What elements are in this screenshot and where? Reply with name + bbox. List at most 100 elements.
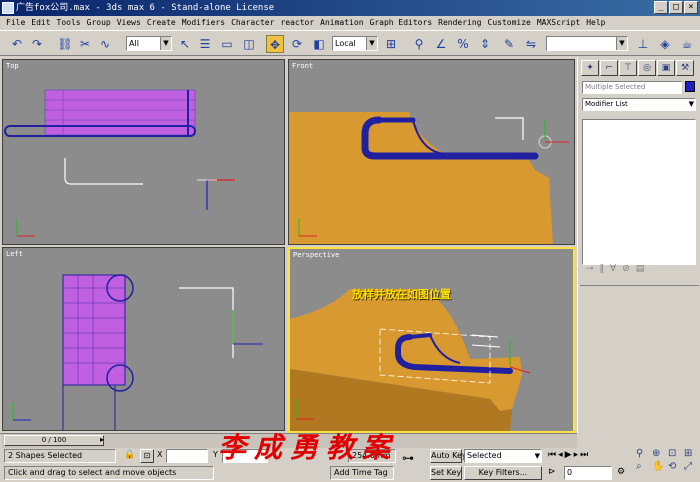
- reference-coord-dropdown[interactable]: Local ▼: [332, 36, 378, 51]
- left-view-scene: [12, 274, 263, 430]
- motion-tab-icon[interactable]: ◎: [638, 60, 656, 76]
- material-editor-icon[interactable]: ◈: [656, 35, 674, 53]
- show-end-result-icon[interactable]: ‖: [600, 264, 605, 278]
- menu-rendering[interactable]: Rendering: [435, 16, 484, 30]
- snap-icon[interactable]: ⚲: [410, 35, 428, 53]
- mirror-icon[interactable]: ⇋: [522, 35, 540, 53]
- time-config-icon[interactable]: ⚙: [617, 467, 625, 477]
- angle-snap-icon[interactable]: ∠: [432, 35, 450, 53]
- scale-icon[interactable]: ◧: [310, 35, 328, 53]
- select-by-name-icon[interactable]: ☰: [196, 35, 214, 53]
- make-unique-icon[interactable]: ∀: [610, 264, 616, 278]
- absolute-mode-icon[interactable]: ⊡: [140, 449, 154, 463]
- time-slider[interactable]: 0 / 100: [4, 435, 104, 446]
- percent-snap-icon[interactable]: %: [454, 35, 472, 53]
- play-icon[interactable]: ▶: [565, 450, 572, 460]
- unlink-icon[interactable]: ✂: [76, 35, 94, 53]
- pin-stack-icon[interactable]: ⊸: [586, 264, 594, 278]
- zoom-extents-all-icon[interactable]: ⊞: [684, 448, 698, 459]
- goto-start-icon[interactable]: ⏮: [548, 450, 556, 460]
- main-toolbar: ↶ ↷ ⛓ ✂ ∿ All ▼ ↖ ☰ ▭ ◫ ✥ ⟳ ◧ Local ▼ ⊞ …: [0, 30, 700, 56]
- arc-rotate-icon[interactable]: ⟲: [668, 461, 682, 472]
- menu-reactor[interactable]: reactor: [277, 16, 317, 30]
- minimize-button[interactable]: _: [654, 1, 668, 14]
- menu-views[interactable]: Views: [114, 16, 144, 30]
- object-color-swatch[interactable]: [685, 81, 695, 92]
- modify-tab-icon[interactable]: ⌐: [600, 60, 618, 76]
- key-filters-button[interactable]: Key Filters...: [464, 466, 542, 480]
- time-slider-next-icon[interactable]: ▸: [100, 435, 104, 444]
- menu-group[interactable]: Group: [84, 16, 114, 30]
- current-frame-field[interactable]: 0: [564, 466, 612, 480]
- redo-icon[interactable]: ↷: [28, 35, 46, 53]
- menu-edit[interactable]: Edit: [28, 16, 53, 30]
- menu-file[interactable]: File: [3, 16, 28, 30]
- chevron-down-icon: ▼: [688, 100, 694, 108]
- key-mode-icon[interactable]: ⊶: [402, 451, 414, 465]
- create-tab-icon[interactable]: ✦: [581, 60, 599, 76]
- next-frame-icon[interactable]: ▸: [574, 450, 579, 460]
- configure-sets-icon[interactable]: ▤: [636, 264, 645, 278]
- pan-icon[interactable]: ✋: [652, 461, 666, 472]
- viewport-perspective[interactable]: Perspective: [288, 247, 575, 433]
- move-icon[interactable]: ✥: [266, 35, 284, 53]
- window-crossing-icon[interactable]: ◫: [240, 35, 258, 53]
- viewport-navigation: ⚲ ⊕ ⊡ ⊞ ⌕ ✋ ⟲ ⤢: [636, 448, 700, 472]
- prev-frame-icon[interactable]: ◂: [558, 450, 563, 460]
- key-set-dropdown[interactable]: Selected ▼: [464, 449, 542, 463]
- maximize-viewport-icon[interactable]: ⤢: [684, 461, 698, 472]
- zoom-all-icon[interactable]: ⊕: [652, 448, 666, 459]
- menu-maxscript[interactable]: MAXScript: [534, 16, 583, 30]
- utilities-tab-icon[interactable]: ⚒: [676, 60, 694, 76]
- menu-character[interactable]: Character: [228, 16, 277, 30]
- close-button[interactable]: ×: [684, 1, 698, 14]
- app-icon: [2, 2, 14, 14]
- viewport-area: Top Front Left Perspective 放样并放在如图位置: [0, 57, 577, 433]
- lock-selection-icon[interactable]: 🔒: [124, 450, 135, 460]
- display-tab-icon[interactable]: ▣: [657, 60, 675, 76]
- menu-help[interactable]: Help: [583, 16, 608, 30]
- rotate-icon[interactable]: ⟳: [288, 35, 306, 53]
- goto-end-icon[interactable]: ⏭: [580, 450, 588, 460]
- named-selection-sets-dropdown[interactable]: ▼: [546, 36, 628, 51]
- align-icon[interactable]: ⊥: [634, 35, 652, 53]
- spinner-snap-icon[interactable]: ⇕: [476, 35, 494, 53]
- key-set-value: Selected: [467, 451, 502, 460]
- remove-modifier-icon[interactable]: ⊘: [622, 264, 630, 278]
- menu-animation[interactable]: Animation: [317, 16, 366, 30]
- menu-create[interactable]: Create: [144, 16, 179, 30]
- zoom-extents-icon[interactable]: ⊡: [668, 448, 682, 459]
- viewport-front[interactable]: Front: [288, 59, 575, 245]
- menu-bar: File Edit Tools Group Views Create Modif…: [0, 16, 700, 30]
- render-icon[interactable]: ☕: [678, 35, 696, 53]
- maximize-button[interactable]: □: [669, 1, 683, 14]
- modifier-stack[interactable]: [582, 119, 696, 265]
- top-view-scene: [4, 89, 235, 237]
- menu-customize[interactable]: Customize: [485, 16, 534, 30]
- bind-spacewarp-icon[interactable]: ∿: [96, 35, 114, 53]
- pivot-center-icon[interactable]: ⊞: [382, 35, 400, 53]
- x-coord-field[interactable]: [166, 449, 208, 463]
- menu-tools[interactable]: Tools: [54, 16, 84, 30]
- viewport-top[interactable]: Top: [2, 59, 285, 245]
- link-icon[interactable]: ⛓: [56, 35, 74, 53]
- modifier-list-label: Modifier List: [585, 100, 628, 108]
- object-name-field[interactable]: Multiple Selected: [582, 81, 682, 94]
- menu-graph-editors[interactable]: Graph Editors: [367, 16, 436, 30]
- key-mode-toggle-icon[interactable]: ⊳: [548, 467, 556, 477]
- undo-icon[interactable]: ↶: [8, 35, 26, 53]
- rect-select-icon[interactable]: ▭: [218, 35, 236, 53]
- select-icon[interactable]: ↖: [176, 35, 194, 53]
- author-watermark: 李成勇教案: [218, 431, 399, 464]
- hierarchy-tab-icon[interactable]: ⊤: [619, 60, 637, 76]
- named-selection-icon[interactable]: ✎: [500, 35, 518, 53]
- menu-modifiers[interactable]: Modifiers: [179, 16, 228, 30]
- region-zoom-icon[interactable]: ⌕: [636, 461, 650, 472]
- auto-key-button[interactable]: Auto Key: [430, 449, 467, 463]
- modifier-list-dropdown[interactable]: Modifier List ▼: [582, 98, 696, 111]
- add-time-tag[interactable]: Add Time Tag: [330, 466, 394, 480]
- selection-filter-dropdown[interactable]: All ▼: [126, 36, 172, 51]
- set-key-button[interactable]: Set Key: [430, 466, 462, 480]
- zoom-icon[interactable]: ⚲: [636, 448, 650, 459]
- viewport-left[interactable]: Left: [2, 247, 285, 431]
